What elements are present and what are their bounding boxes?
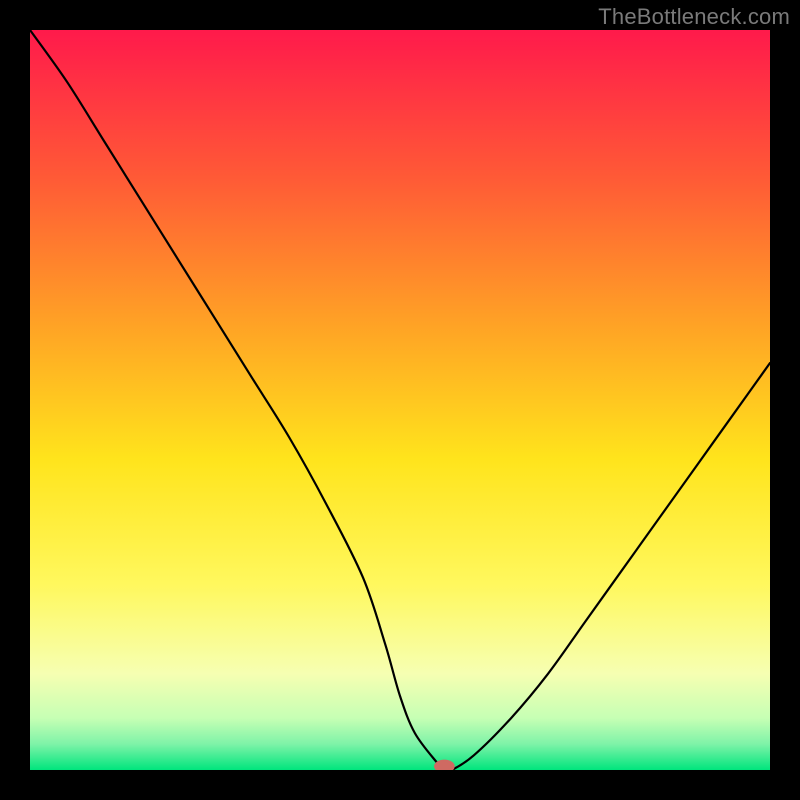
attribution-label: TheBottleneck.com: [598, 4, 790, 30]
plot-area: [30, 30, 770, 770]
gradient-background: [30, 30, 770, 770]
bottleneck-chart: [30, 30, 770, 770]
chart-frame: TheBottleneck.com: [0, 0, 800, 800]
